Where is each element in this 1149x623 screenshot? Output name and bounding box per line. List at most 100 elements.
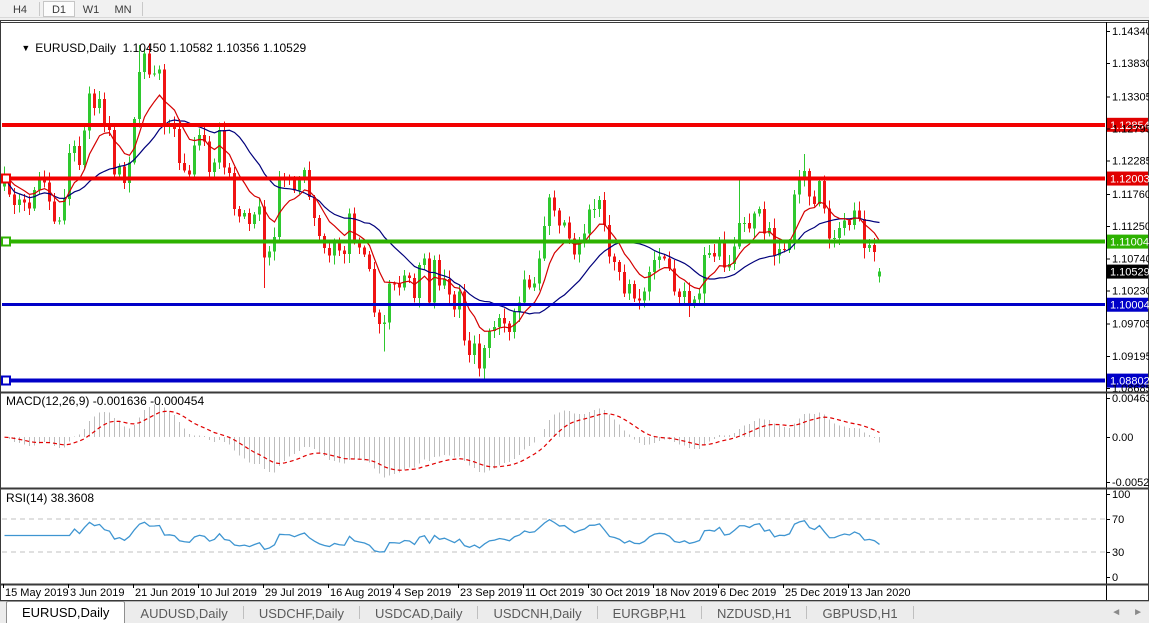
candle-body <box>258 207 261 215</box>
candle-body <box>248 213 251 224</box>
candle-body <box>643 292 646 301</box>
candle-body <box>298 179 301 190</box>
candle-body <box>783 249 786 250</box>
candle-body <box>648 272 651 292</box>
date-axis-label: 25 Dec 2019 <box>785 587 847 599</box>
candle-body <box>748 223 751 229</box>
candle-body <box>753 213 756 228</box>
candle-body <box>103 99 106 123</box>
candle-body <box>533 284 536 288</box>
date-axis-label: 18 Nov 2019 <box>655 587 717 599</box>
candle-body <box>638 299 641 301</box>
candle-body <box>688 291 691 303</box>
candle-body <box>758 209 761 213</box>
candle-body <box>618 262 621 272</box>
candle-body <box>548 198 551 226</box>
candle-body <box>23 200 26 203</box>
tab-audusd-daily[interactable]: AUDUSD,Daily <box>125 604 242 623</box>
tab-eurgbp-h1[interactable]: EURGBP,H1 <box>598 604 701 623</box>
chart-canvas[interactable]: 1.143401.138301.133051.128541.127951.122… <box>0 20 1149 601</box>
rsi-axis-label: 0 <box>1112 572 1118 584</box>
candle-body <box>703 255 706 294</box>
candle-body <box>393 284 396 285</box>
macd-axis-label: 0.00 <box>1112 432 1133 444</box>
hline-anchor[interactable] <box>2 175 10 183</box>
price-axis-label: 1.12795 <box>1112 124 1149 136</box>
candle-body <box>348 213 351 253</box>
candle-body <box>528 280 531 288</box>
candle-body <box>388 284 391 323</box>
candle-body <box>183 163 186 171</box>
rsi-axis-label: 30 <box>1112 547 1124 559</box>
date-axis-label: 3 Jun 2019 <box>70 587 124 599</box>
candle-body <box>808 171 811 196</box>
hline-anchor[interactable] <box>2 377 10 385</box>
candle-body <box>253 215 256 224</box>
candle-body <box>678 292 681 297</box>
price-axis-label: 1.09705 <box>1112 319 1149 331</box>
tab-usdcnh-daily[interactable]: USDCNH,Daily <box>478 604 596 623</box>
candle-body <box>83 131 86 165</box>
bar-high-value: 1.10582 <box>169 41 212 55</box>
candle-body <box>118 167 121 175</box>
candle-body <box>123 167 126 183</box>
tab-usdchf-daily[interactable]: USDCHF,Daily <box>244 604 359 623</box>
candle-body <box>468 340 471 355</box>
candle-body <box>793 195 796 244</box>
candle-body <box>398 284 401 287</box>
macd-axis-label: 0.00463 <box>1112 393 1149 405</box>
bar-low-value: 1.10356 <box>216 41 259 55</box>
candle-body <box>658 256 661 260</box>
candle-body <box>58 220 61 221</box>
candle-body <box>28 203 31 209</box>
price-badge-label: 1.10004 <box>1110 300 1149 312</box>
macd-indicator-label: MACD(12,26,9) -0.001636 -0.000454 <box>6 394 204 408</box>
chart-dropdown-icon[interactable]: ▼ <box>21 43 30 53</box>
tab-eurusd-daily[interactable]: EURUSD,Daily <box>6 601 125 623</box>
date-axis-label: 15 May 2019 <box>5 587 69 599</box>
candle-body <box>538 258 541 283</box>
candle-body <box>178 129 181 163</box>
date-axis-label: 16 Aug 2019 <box>330 587 392 599</box>
candle-body <box>263 207 266 258</box>
candle-body <box>833 238 836 239</box>
candle-body <box>633 284 636 299</box>
price-badge-label: 1.10529 <box>1110 267 1149 279</box>
tab-scroll-right-icon[interactable]: ► <box>1133 607 1143 618</box>
date-axis-label: 4 Sep 2019 <box>395 587 451 599</box>
tab-usdcad-daily[interactable]: USDCAD,Daily <box>360 604 477 623</box>
candle-body <box>238 209 241 217</box>
chart-window[interactable]: 1.143401.138301.133051.128541.127951.122… <box>0 20 1149 601</box>
tab-scroll-left-icon[interactable]: ◄ <box>1111 607 1121 618</box>
date-axis-label: 6 Dec 2019 <box>720 587 776 599</box>
tab-scrollers: ◄ ► <box>1111 607 1143 618</box>
hline-anchor[interactable] <box>2 238 10 246</box>
candle-body <box>158 70 161 74</box>
macd-axis-label: -0.005299 <box>1112 477 1149 489</box>
candle-body <box>338 242 341 250</box>
candle-body <box>708 253 711 255</box>
candle-body <box>628 284 631 293</box>
candle-body <box>138 72 141 119</box>
tab-gbpusd-h1[interactable]: GBPUSD,H1 <box>807 604 912 623</box>
price-axis-label: 1.14340 <box>1112 26 1149 38</box>
timeframe-button-w1[interactable]: W1 <box>75 1 107 17</box>
chart-title: ▼EURUSD,Daily 1.10450 1.10582 1.10356 1.… <box>8 27 306 69</box>
candle-body <box>558 210 561 225</box>
candle-body <box>343 251 346 254</box>
candle-body <box>663 256 666 258</box>
candle-body <box>873 245 876 252</box>
timeframe-button-mn[interactable]: MN <box>107 1 139 17</box>
timeframe-button-d1[interactable]: D1 <box>43 1 75 17</box>
candle-body <box>228 167 231 173</box>
candle-body <box>593 209 596 210</box>
candle-body <box>503 318 506 323</box>
rsi-axis-label: 70 <box>1112 514 1124 526</box>
candle-body <box>383 323 386 324</box>
candle-body <box>848 220 851 224</box>
timeframe-button-h4[interactable]: H4 <box>4 1 36 17</box>
candle-body <box>868 245 871 248</box>
price-axis-label: 1.11250 <box>1112 221 1149 233</box>
tab-nzdusd-h1[interactable]: NZDUSD,H1 <box>702 604 806 623</box>
candle-body <box>828 208 831 238</box>
